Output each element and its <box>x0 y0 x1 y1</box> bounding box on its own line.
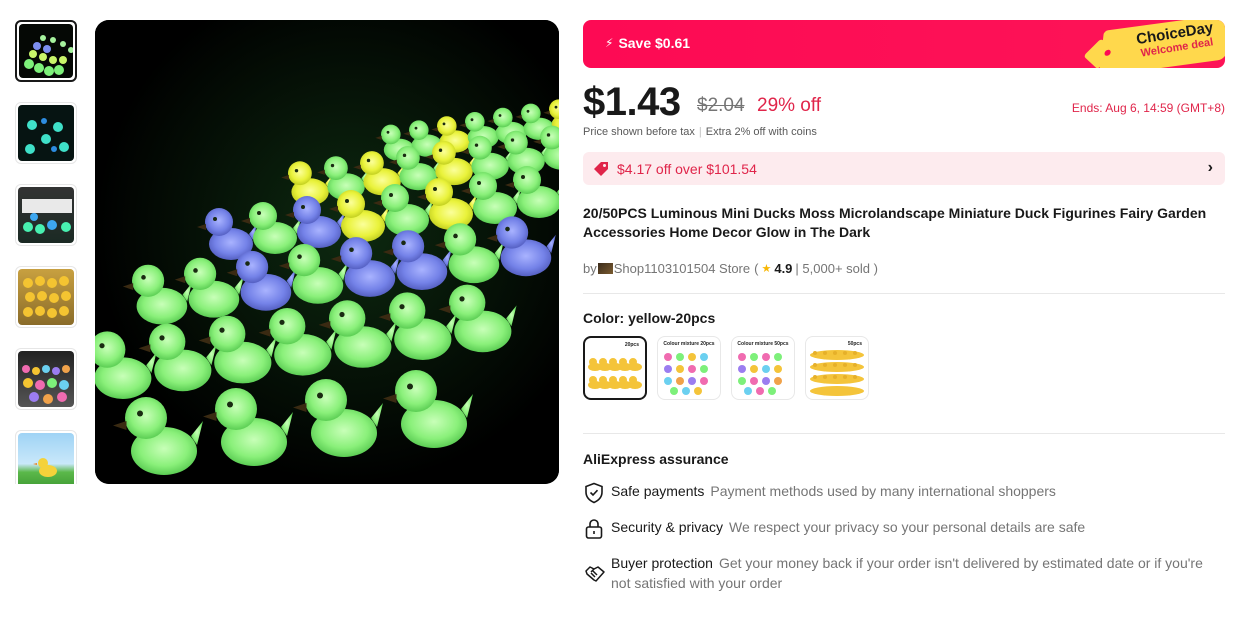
original-price: $2.04 <box>697 95 745 116</box>
lock-icon <box>585 519 603 539</box>
assurance-desc: Payment methods used by many internation… <box>710 483 1056 499</box>
thumbnail-2[interactable] <box>15 102 77 164</box>
store-open-paren: ( <box>754 260 759 276</box>
color-swatches: 20pcs Colour mixture 20pcs Colour mixtur… <box>583 336 1225 400</box>
thumbnail-4[interactable] <box>15 266 77 328</box>
handshake-icon <box>585 566 605 582</box>
assurance-desc: We respect your privacy so your personal… <box>729 519 1086 535</box>
thumbnail-5-image <box>22 365 70 404</box>
glowing-ducks-image <box>95 20 559 484</box>
swatch-colour-mixture-20pcs[interactable]: Colour mixture 20pcs <box>657 336 721 400</box>
store-avatar <box>597 262 613 274</box>
thumbnail-6-image <box>33 458 57 477</box>
current-price: $1.43 <box>583 80 681 124</box>
star-icon: ★ <box>761 262 772 275</box>
divider <box>583 433 1225 434</box>
divider <box>583 293 1225 294</box>
thumbnail-1[interactable] <box>15 20 77 82</box>
thumbnail-6[interactable] <box>15 430 77 484</box>
coupon-text: $4.17 off over $101.54 <box>617 161 757 177</box>
coupon-tag-icon <box>594 162 608 176</box>
deal-end-time: Ends: Aug 6, 14:59 (GMT+8) <box>1071 101 1225 115</box>
thumbnail-5[interactable] <box>15 348 77 410</box>
swatch-image <box>664 353 708 395</box>
main-product-image[interactable] <box>95 20 559 484</box>
coupon-bar[interactable]: $4.17 off over $101.54 › <box>583 152 1225 185</box>
save-text: Save $0.61 <box>618 35 691 51</box>
swatch-image <box>588 358 642 389</box>
swatch-image <box>810 350 864 396</box>
swatch-yellow-20pcs[interactable]: 20pcs <box>583 336 647 400</box>
assurance-security-privacy: Security & privacy We respect your privac… <box>583 517 1225 539</box>
promo-banner: ⚡ Save $0.61 ChoiceDay Welcome deal <box>583 20 1225 68</box>
sold-count: | 5,000+ sold ) <box>795 260 878 276</box>
thumbnail-2-image <box>25 118 69 154</box>
assurance-label: Buyer protection <box>611 555 713 571</box>
discount-percent: 29% off <box>757 95 822 116</box>
store-info: by Shop1103101504 Store ( ★ 4.9 | 5,000+… <box>583 259 1225 277</box>
assurance-buyer-protection: Buyer protection Get your money back if y… <box>583 553 1225 593</box>
price-row: $1.43 $2.04 29% off Ends: Aug 6, 14:59 (… <box>583 80 1225 128</box>
assurance-label: Safe payments <box>611 483 705 499</box>
swatch-yellow-50pcs[interactable]: 50pcs <box>805 336 869 400</box>
thumbnail-strip <box>15 20 79 484</box>
product-title: 20/50PCS Luminous Mini Ducks Moss Microl… <box>583 205 1207 240</box>
tag-hole <box>1104 49 1111 57</box>
product-info: ⚡ Save $0.61 ChoiceDay Welcome deal $1.4… <box>583 20 1225 593</box>
color-selection-label: Color: yellow-20pcs <box>583 310 716 326</box>
chevron-right-icon: › <box>1207 159 1213 176</box>
shield-check-icon <box>585 482 603 504</box>
store-by: by <box>583 260 597 276</box>
swatch-image <box>738 353 782 395</box>
save-badge: ⚡ Save $0.61 <box>605 35 690 51</box>
price-notes: Price shown before tax | Extra 2% off with… <box>583 126 1225 142</box>
store-rating: 4.9 <box>774 260 793 276</box>
assurance-safe-payments: Safe payments Payment methods used by man… <box>583 481 1225 504</box>
thumbnail-1-image <box>24 35 73 76</box>
swatch-colour-mixture-50pcs[interactable]: Colour mixture 50pcs <box>731 336 795 400</box>
store-name-link[interactable]: Shop1103101504 Store <box>614 261 750 276</box>
assurance-title: AliExpress assurance <box>583 451 729 467</box>
assurance-label: Security & privacy <box>611 519 724 535</box>
thumbnail-4-image <box>23 276 71 318</box>
thumbnail-3[interactable] <box>15 184 77 246</box>
lightning-icon: ⚡ <box>605 36 614 50</box>
thumbnail-3-image <box>22 199 72 234</box>
